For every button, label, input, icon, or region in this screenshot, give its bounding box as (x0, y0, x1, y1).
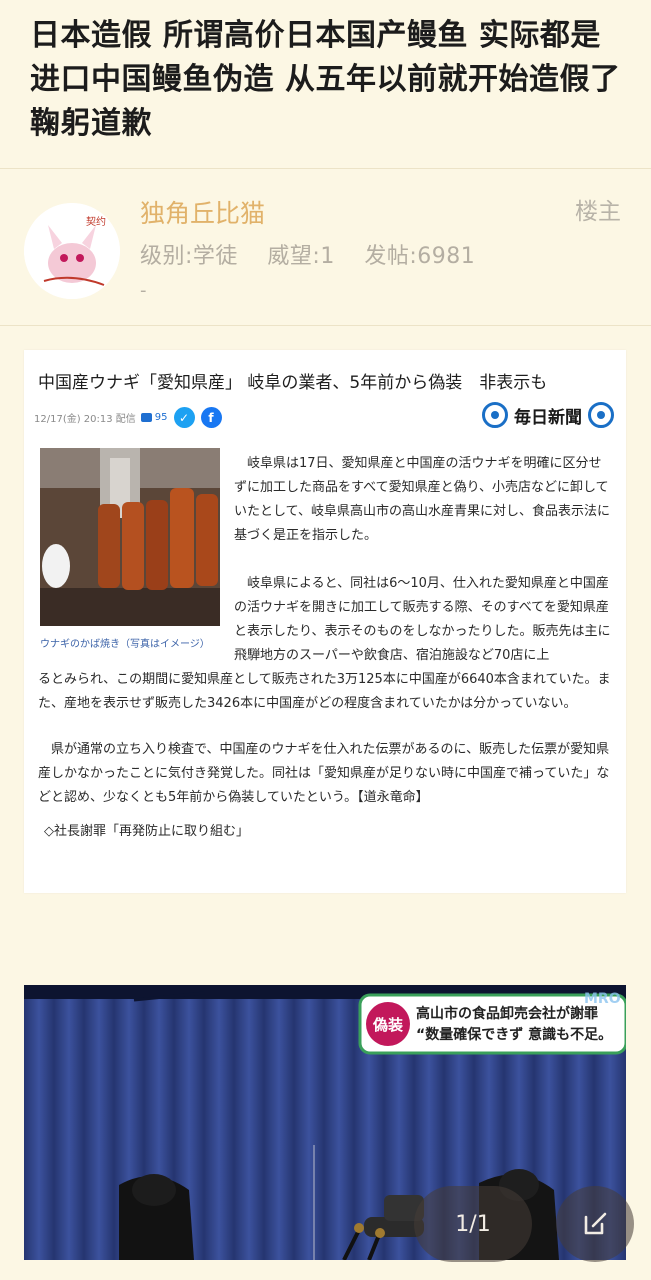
eel-photo (40, 448, 220, 626)
tv-news-image[interactable]: 偽装 高山市の食品卸売会社が謝罪 “数量確保できず 意識も不足。 MRO (24, 985, 626, 1260)
author-role-badge: 楼主 (575, 199, 621, 225)
news-datetime: 12/17(金) 20:13 配信 (34, 414, 136, 425)
photo-caption: ウナギのかば焼き（写真はイメージ） (40, 639, 210, 650)
author-card: 契约 独角丘比猫 楼主 级别:学徒 威望:1 发帖:6981 - (0, 170, 651, 324)
mainichi-logo-icon (482, 402, 508, 428)
divider (0, 168, 651, 169)
mainichi-logo-icon (588, 402, 614, 428)
author-post-count: 发帖:6981 (364, 244, 476, 269)
news-paragraph: 県が通常の立ち入り検査で、中国産のウナギを仕入れた伝票があるのに、販売した伝票が… (38, 742, 610, 805)
news-paragraph: 岐阜県は17日、愛知県産と中国産の活ウナギを明確に区分せずに加工した商品をすべて… (234, 456, 610, 543)
news-paragraph: 岐阜県によると、同社は6～10月、仕入れた愛知県産と中国産の活ウナギを開きに加工… (234, 576, 611, 663)
avatar[interactable]: 契约 (24, 203, 120, 299)
edit-icon (584, 1212, 607, 1235)
divider (0, 325, 651, 326)
news-screenshot[interactable]: 中国産ウナギ「愛知県産」 岐阜の業者、5年前から偽装 非表示も 12/17(金)… (24, 350, 626, 893)
tv-caption-badge: 偽装 (372, 1016, 404, 1034)
svg-text:契约: 契约 (86, 215, 106, 228)
news-meta: 12/17(金) 20:13 配信 95 ✓ f (34, 407, 222, 428)
author-stats: 级别:学徒 威望:1 发帖:6981 (140, 238, 497, 270)
page-indicator-text: 1/1 (455, 1211, 491, 1237)
facebook-icon: f (200, 407, 222, 428)
news-headline: 中国産ウナギ「愛知県産」 岐阜の業者、5年前から偽装 非表示も (38, 373, 548, 393)
edit-button[interactable] (556, 1186, 634, 1262)
author-name[interactable]: 独角丘比猫 (140, 194, 265, 230)
author-signature: - (140, 280, 147, 301)
tv-caption-line2: “数量確保できず 意識も不足。 (416, 1026, 612, 1043)
author-prestige: 威望:1 (267, 244, 335, 269)
post-title: 日本造假 所谓高价日本国产鳗鱼 实际都是进口中国鳗鱼伪造 从五年以前就开始造假了… (30, 18, 621, 141)
source-name: 毎日新聞 (514, 407, 582, 428)
image-page-indicator[interactable]: 1/1 (414, 1186, 532, 1262)
news-paragraph: るとみられ、この期間に愛知県産として販売された3万125本に中国産が6640本含… (38, 672, 611, 711)
comment-count: 95 (154, 412, 168, 423)
comment-icon (140, 413, 152, 422)
channel-watermark: MRO (584, 991, 621, 1007)
twitter-icon: ✓ (173, 407, 195, 428)
tv-caption-line1: 高山市の食品卸売会社が謝罪 (416, 1005, 598, 1022)
author-level: 级别:学徒 (140, 244, 238, 269)
news-subheading: ◇社長謝罪「再発防止に取り組む」 (44, 824, 249, 839)
source-logo: 毎日新聞 (482, 402, 614, 428)
